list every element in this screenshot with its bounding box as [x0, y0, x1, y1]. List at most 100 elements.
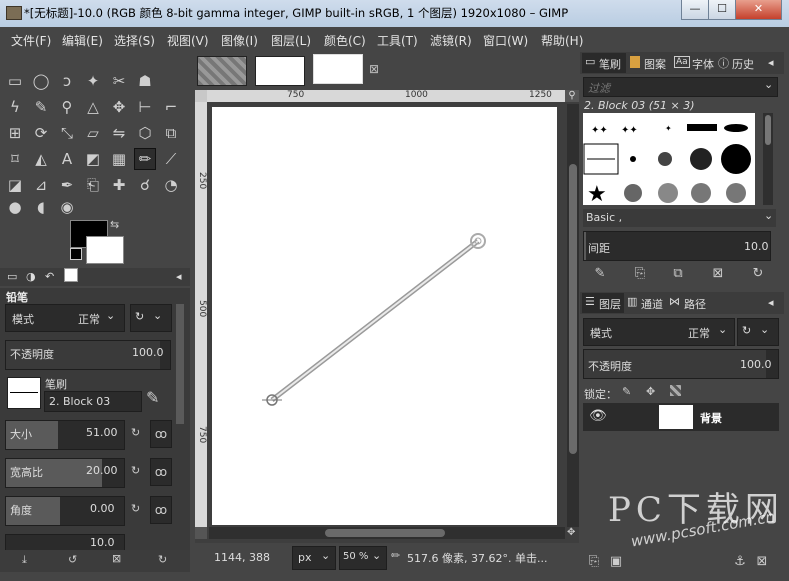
align-icon[interactable]: ⊢ — [134, 96, 156, 118]
lock-position-icon[interactable]: ✥ — [646, 385, 655, 398]
zoom-select[interactable]: 50 % ⌄ — [339, 546, 387, 570]
visibility-eye-icon[interactable]: 👁 — [589, 408, 607, 424]
foreground-select-icon[interactable]: ☗ — [134, 70, 156, 92]
layer-row[interactable]: 👁 背景 — [583, 403, 779, 431]
horizontal-scrollbar[interactable] — [209, 527, 565, 539]
mode-reset-button[interactable]: ↻ ⌄ — [130, 304, 172, 332]
fuzzy-select-icon[interactable]: ✦ — [82, 70, 104, 92]
navigate-icon[interactable]: ✥ — [567, 527, 575, 538]
close-tab-icon[interactable]: ⊠ — [369, 62, 379, 76]
image-tab-transparent[interactable] — [197, 56, 247, 86]
minimize-button[interactable]: — — [681, 0, 709, 20]
new-layer-icon[interactable]: ⎘ — [584, 552, 604, 572]
paintbrush-icon[interactable]: ⟋ — [160, 148, 182, 170]
options-scrollbar[interactable] — [176, 304, 184, 424]
tab-history[interactable]: ⓘ 历史 — [716, 53, 762, 73]
tab-layers[interactable]: ☰ 图层 — [582, 293, 624, 313]
tab-patterns[interactable]: 图案 — [628, 53, 672, 73]
flip-icon[interactable]: ⇋ — [108, 122, 130, 144]
menu-filters[interactable]: 滤镜(R) — [430, 32, 472, 49]
menu-layer[interactable]: 图层(L) — [271, 32, 311, 49]
bucket-fill-icon[interactable]: ◭ — [30, 148, 52, 170]
zoom-icon[interactable]: ⚲ — [56, 96, 78, 118]
tab-paths[interactable]: ⋈ 路径 — [668, 293, 710, 313]
eraser-icon[interactable]: ◪ — [4, 174, 26, 196]
menu-tools[interactable]: 工具(T) — [377, 32, 418, 49]
cage-transform-icon[interactable]: ⬡ — [134, 122, 156, 144]
edit-brush-icon[interactable]: ✎ — [146, 388, 159, 407]
menu-edit[interactable]: 编辑(E) — [62, 32, 103, 49]
brush-grid[interactable]: ✦✦ ✦✦ ✦ ★ — [583, 113, 755, 207]
scissors-icon[interactable]: ✂ — [108, 70, 130, 92]
tool-options-tab-icon[interactable]: ▭ — [7, 270, 17, 283]
delete-options-icon[interactable]: ⊠ — [112, 552, 121, 565]
image-tab-2[interactable] — [255, 56, 305, 86]
brush-preview[interactable] — [7, 377, 41, 409]
zoom-lock-icon[interactable]: ⚲ — [565, 90, 579, 102]
reset-aspect-icon[interactable]: ↻ — [131, 464, 140, 477]
aspect-spinner[interactable]: 宽高比 20.00 — [5, 458, 125, 488]
mode-select[interactable]: 模式 正常 ⌄ — [5, 304, 125, 332]
image-tab-active[interactable] — [313, 54, 363, 84]
ruler-corner[interactable] — [195, 90, 207, 102]
duplicate-brush-icon[interactable]: ⧉ — [668, 264, 688, 284]
tab-channels[interactable]: ▥ 通道 — [626, 293, 668, 313]
measure-icon[interactable]: △ — [82, 96, 104, 118]
horizontal-ruler[interactable]: 750 1000 1250 — [207, 90, 565, 102]
brush-grid-scrollbar[interactable] — [763, 113, 773, 205]
ellipse-select-icon[interactable]: ◯ — [30, 70, 52, 92]
background-color-swatch[interactable] — [86, 236, 124, 264]
save-options-icon[interactable]: ⤓ — [22, 553, 27, 567]
vertical-ruler[interactable]: 250 500 750 — [195, 102, 207, 527]
swap-colors-icon[interactable]: ⇆ — [110, 218, 119, 231]
crop-icon[interactable]: ⌐ — [160, 96, 182, 118]
brush-name-field[interactable]: 2. Block 03 — [44, 391, 142, 412]
lasso-icon[interactable]: ↄ — [56, 70, 78, 92]
menu-windows[interactable]: 窗口(W) — [483, 32, 528, 49]
shear-icon[interactable]: ▱ — [82, 122, 104, 144]
new-brush-icon[interactable]: ⎘ — [630, 264, 650, 284]
quick-mask-icon[interactable] — [195, 527, 207, 539]
menu-colors[interactable]: 颜色(C) — [324, 32, 366, 49]
layer-mode-reset[interactable]: ↻ ⌄ — [737, 318, 779, 346]
burn-icon[interactable]: ◖ — [30, 196, 52, 218]
mypaint-icon[interactable]: ▦ — [108, 148, 130, 170]
blur-icon[interactable]: ◔ — [160, 174, 182, 196]
device-status-tab-icon[interactable]: ◑ — [26, 270, 36, 283]
dock-menu-icon[interactable]: ◂ — [768, 296, 774, 309]
brush-filter-input[interactable]: 过滤 ⌄ — [583, 77, 778, 97]
color-picker-icon[interactable]: ✎ — [30, 96, 52, 118]
rotate-icon[interactable]: ⟳ — [30, 122, 52, 144]
tab-fonts[interactable]: Aa 字体 — [672, 53, 716, 73]
vertical-scrollbar[interactable] — [567, 104, 579, 527]
restore-options-icon[interactable]: ↺ — [68, 553, 77, 566]
move-icon[interactable]: ✥ — [108, 96, 130, 118]
reset-colors-icon[interactable] — [70, 248, 82, 260]
dock-menu-icon[interactable]: ◂ — [176, 270, 182, 283]
refresh-brushes-icon[interactable]: ↻ — [748, 264, 768, 284]
menu-image[interactable]: 图像(I) — [221, 32, 258, 49]
dock-menu-icon[interactable]: ◂ — [768, 56, 774, 69]
menu-file[interactable]: 文件(F) — [11, 32, 51, 49]
images-tab-icon[interactable] — [64, 268, 78, 282]
brush-spacing-spinner[interactable]: 间距 10.0 — [583, 231, 771, 261]
new-layer-group-icon[interactable]: ▣ — [606, 552, 626, 572]
scale-icon[interactable]: ⤡ — [56, 122, 78, 144]
layer-mode-select[interactable]: 模式 正常 ⌄ — [583, 318, 735, 346]
rect-select-icon[interactable]: ▭ — [4, 70, 26, 92]
pencil-icon[interactable]: ✏ — [134, 148, 156, 170]
text-tool-icon[interactable]: A — [56, 148, 78, 170]
anchor-layer-icon[interactable]: ⚓ — [730, 552, 750, 572]
reset-size-icon[interactable]: ↻ — [131, 426, 140, 439]
menu-select[interactable]: 选择(S) — [114, 32, 155, 49]
maximize-button[interactable]: ☐ — [708, 0, 736, 20]
unified-transform-icon[interactable]: ⊞ — [4, 122, 26, 144]
ink-icon[interactable]: ✒ — [56, 174, 78, 196]
tab-brushes[interactable]: ▭ 笔刷 — [582, 53, 626, 73]
clone-icon[interactable]: ⎗ — [82, 174, 104, 196]
edit-brush-icon[interactable]: ✎ — [590, 264, 610, 284]
smudge-icon[interactable]: ☌ — [134, 174, 156, 196]
delete-layer-icon[interactable]: ⊠ — [752, 552, 772, 572]
warp-transform-icon[interactable]: ⧉ — [160, 122, 182, 144]
airbrush-icon[interactable]: ⊿ — [30, 174, 52, 196]
